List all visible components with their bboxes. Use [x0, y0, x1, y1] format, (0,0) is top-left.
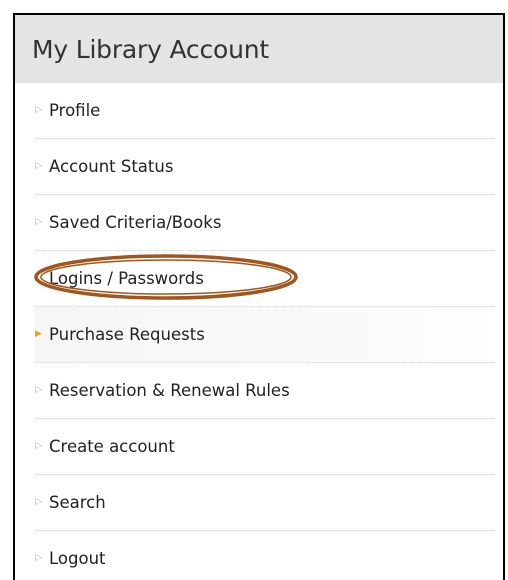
right-arrow-bullet-icon: ▷	[35, 161, 42, 171]
menu-item-label: Saved Criteria/Books	[49, 213, 222, 232]
right-arrow-bullet-icon: ▷	[35, 105, 42, 115]
menu-item-label: Search	[49, 493, 106, 512]
right-arrow-bullet-icon: ▷	[35, 497, 42, 507]
account-menu-panel: My Library Account ▷ Profile ▷ Account S…	[13, 13, 505, 580]
right-arrow-bullet-icon: ▷	[35, 385, 42, 395]
right-arrow-bullet-icon: ▷	[35, 441, 42, 451]
menu-item-label: Account Status	[49, 157, 174, 176]
right-arrow-bullet-icon: ▷	[35, 217, 42, 227]
menu-header: My Library Account	[15, 15, 503, 83]
page-title: My Library Account	[32, 34, 270, 64]
menu-item-logout[interactable]: ▷ Logout	[35, 531, 494, 580]
menu-item-reservation-renewal-rules[interactable]: ▷ Reservation & Renewal Rules	[35, 363, 494, 419]
menu-item-profile[interactable]: ▷ Profile	[35, 83, 494, 139]
menu-item-label: Create account	[49, 437, 175, 456]
menu-item-label: Reservation & Renewal Rules	[49, 381, 290, 400]
menu-item-label: Profile	[49, 101, 101, 120]
menu-item-label: Logout	[49, 549, 106, 568]
right-arrow-bullet-icon: ▷	[35, 553, 42, 563]
account-menu: ▷ Profile ▷ Account Status ▷ Saved Crite…	[15, 83, 503, 580]
menu-item-purchase-requests[interactable]: ▶ Purchase Requests	[35, 307, 494, 363]
menu-item-label: Purchase Requests	[49, 325, 205, 344]
menu-item-logins-passwords[interactable]: ▷ Logins / Passwords	[34, 251, 494, 307]
menu-item-search[interactable]: ▷ Search	[35, 475, 494, 531]
menu-item-create-account[interactable]: ▷ Create account	[35, 419, 494, 475]
menu-item-account-status[interactable]: ▷ Account Status	[35, 139, 494, 195]
right-arrow-bullet-icon: ▷	[35, 273, 42, 283]
right-arrow-bullet-icon: ▶	[35, 329, 42, 339]
menu-item-label: Logins / Passwords	[49, 269, 204, 288]
menu-item-saved-criteria-books[interactable]: ▷ Saved Criteria/Books	[35, 195, 494, 251]
